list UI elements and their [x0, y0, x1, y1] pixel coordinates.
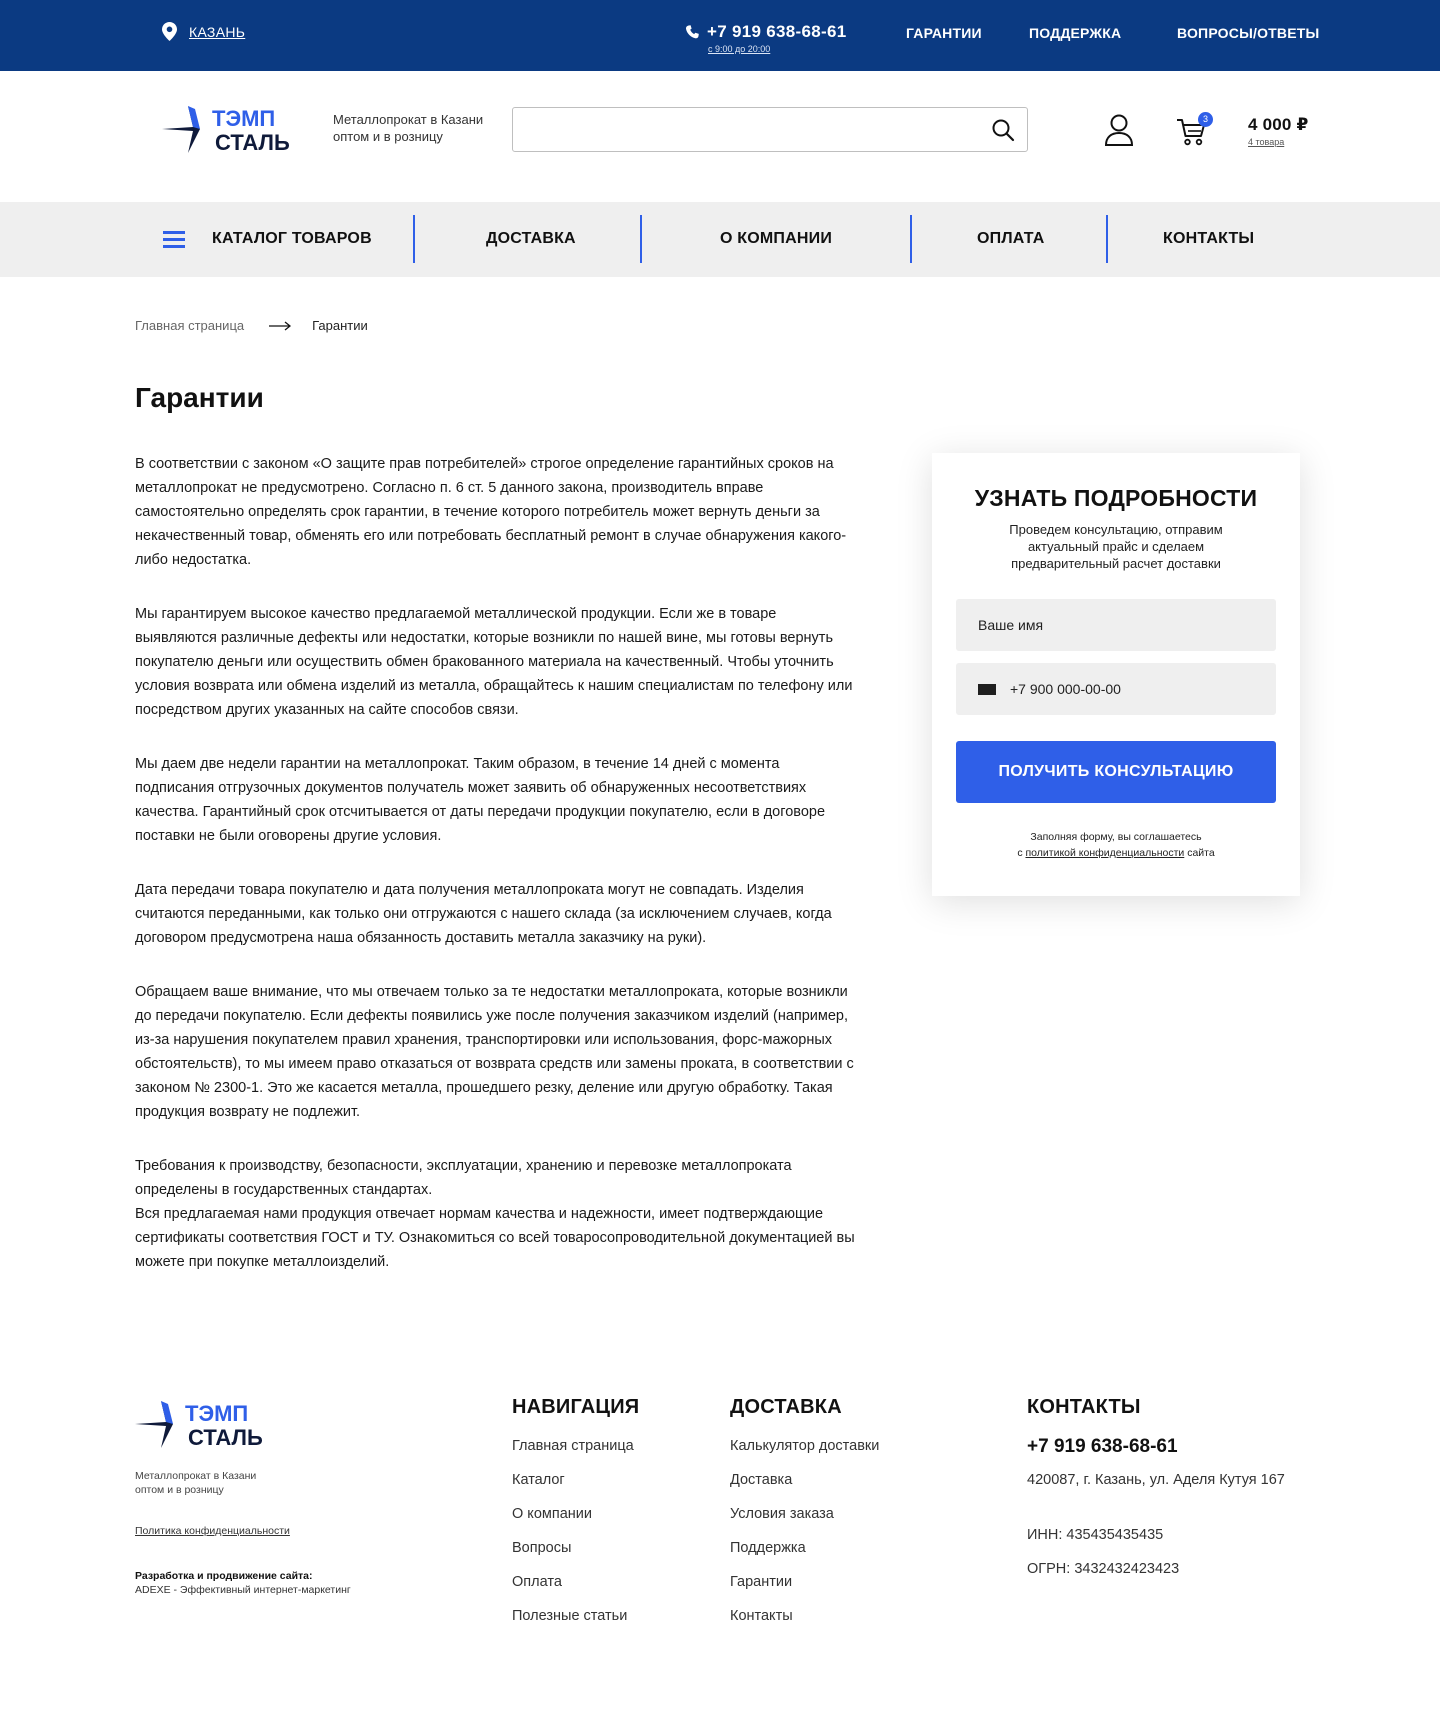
burger-menu-icon[interactable]: [163, 231, 185, 248]
article-paragraph: Вся предлагаемая нами продукция отвечает…: [135, 1206, 855, 1270]
cart-total[interactable]: 4 000 ₽: [1248, 115, 1309, 135]
top-link-guarantees[interactable]: ГАРАНТИИ: [906, 25, 982, 41]
cart-count-badge: 3: [1198, 112, 1213, 127]
get-consultation-button[interactable]: ПОЛУЧИТЬ КОНСУЛЬТАЦИЮ: [956, 741, 1276, 803]
nav-about[interactable]: О КОМПАНИИ: [720, 230, 832, 248]
article-paragraph: Мы гарантируем высокое качество предлага…: [135, 606, 853, 718]
cart-items-count[interactable]: 4 товара: [1248, 137, 1284, 147]
nav-payment[interactable]: ОПЛАТА: [977, 230, 1044, 248]
nav-divider: [413, 215, 415, 263]
privacy-agreement: Заполняя форму, вы соглашаетесь с полити…: [932, 829, 1300, 861]
footer-privacy-link[interactable]: Политика конфиденциальности: [135, 1525, 290, 1537]
work-hours[interactable]: с 9:00 до 20:00: [708, 44, 770, 54]
footer-inn: ИНН: 435435435435: [1027, 1527, 1164, 1543]
logo-text-line2: СТАЛЬ: [215, 130, 290, 155]
header-tagline: Металлопрокат в Казани оптом и в розницу: [333, 111, 483, 145]
privacy-policy-link[interactable]: политикой конфиденциальности: [1025, 847, 1184, 859]
agreement-line-1: Заполняя форму, вы соглашаетесь: [1030, 831, 1202, 843]
footer-logo[interactable]: ТЭМП СТАЛЬ: [135, 1400, 285, 1450]
article-paragraph: Дата передачи товара покупателю и дата п…: [135, 882, 832, 946]
top-link-support[interactable]: ПОДДЕРЖКА: [1029, 25, 1121, 41]
footer-nav-title: НАВИГАЦИЯ: [512, 1396, 640, 1418]
footer-tagline: Металлопрокат в Казани оптом и в розницу: [135, 1469, 256, 1497]
city-link[interactable]: КАЗАНЬ: [189, 24, 245, 40]
breadcrumb: Главная страница Гарантии: [135, 318, 368, 333]
footer-ogrn: ОГРН: 3432432423423: [1027, 1561, 1180, 1577]
location-pin-icon: [162, 22, 177, 41]
breadcrumb-current: Гарантии: [312, 318, 368, 333]
name-field[interactable]: [956, 599, 1276, 651]
search-icon[interactable]: [991, 118, 1015, 142]
site-header: ТЭМП СТАЛЬ Металлопрокат в Казани оптом …: [0, 71, 1440, 202]
article-paragraph: Требования к производству, безопасности,…: [135, 1158, 792, 1198]
footer-nav-item[interactable]: О компании: [512, 1506, 634, 1540]
nav-divider: [1106, 215, 1108, 263]
footer-delivery-item[interactable]: Контакты: [730, 1608, 879, 1642]
footer-delivery-list: Калькулятор доставки Доставка Условия за…: [730, 1438, 879, 1642]
consultation-form: УЗНАТЬ ПОДРОБНОСТИ Проведем консультацию…: [932, 453, 1300, 896]
breadcrumb-home[interactable]: Главная страница: [135, 318, 244, 333]
article-paragraph: Обращаем ваше внимание, что мы отвечаем …: [135, 984, 854, 1120]
footer-nav-item[interactable]: Оплата: [512, 1574, 634, 1608]
footer-delivery-item[interactable]: Калькулятор доставки: [730, 1438, 879, 1472]
footer-nav-list: Главная страница Каталог О компании Вопр…: [512, 1438, 634, 1642]
agreement-suffix: сайта: [1184, 847, 1215, 859]
footer-delivery-item[interactable]: Поддержка: [730, 1540, 879, 1574]
nav-contacts[interactable]: КОНТАКТЫ: [1163, 230, 1254, 248]
nav-divider: [910, 215, 912, 263]
developer-link[interactable]: ADEXE - Эффективный интернет-маркетинг: [135, 1584, 351, 1596]
top-phone-number: +7 919 638-68-61: [707, 22, 847, 41]
top-bar: КАЗАНЬ +7 919 638-68-61 с 9:00 до 20:00 …: [0, 0, 1440, 71]
footer-contacts-title: КОНТАКТЫ: [1027, 1396, 1141, 1418]
form-subtitle: Проведем консультацию, отправим актуальн…: [1009, 522, 1223, 571]
footer-logo-line2: СТАЛЬ: [188, 1425, 263, 1450]
footer-nav-item[interactable]: Каталог: [512, 1472, 634, 1506]
footer-nav-item[interactable]: Главная страница: [512, 1438, 634, 1472]
phone-field-wrap: [956, 663, 1276, 715]
logo-text-line1: ТЭМП: [212, 106, 275, 131]
footer-nav-item[interactable]: Полезные статьи: [512, 1608, 634, 1642]
arrow-right-icon: [269, 320, 292, 331]
footer-nav-item[interactable]: Вопросы: [512, 1540, 634, 1574]
site-logo[interactable]: ТЭМП СТАЛЬ: [162, 105, 312, 155]
page-title: Гарантии: [135, 382, 264, 413]
phone-field[interactable]: [956, 663, 1276, 715]
form-title: УЗНАТЬ ПОДРОБНОСТИ: [974, 485, 1258, 511]
nav-catalog[interactable]: КАТАЛОГ ТОВАРОВ: [212, 230, 372, 248]
top-link-faq[interactable]: ВОПРОСЫ/ОТВЕТЫ: [1177, 25, 1319, 41]
nav-delivery[interactable]: ДОСТАВКА: [486, 230, 576, 248]
article-paragraph: Мы даем две недели гарантии на металлопр…: [135, 756, 826, 844]
article-paragraph: В соответствии с законом «О защите прав …: [135, 456, 847, 568]
footer-delivery-item[interactable]: Доставка: [730, 1472, 879, 1506]
footer-delivery-item[interactable]: Условия заказа: [730, 1506, 879, 1540]
footer-delivery-title: ДОСТАВКА: [730, 1396, 842, 1418]
footer-logo-line1: ТЭМП: [185, 1401, 248, 1426]
footer-tagline-2: оптом и в розницу: [135, 1484, 224, 1496]
top-phone[interactable]: +7 919 638-68-61: [686, 22, 847, 42]
tagline-line-2: оптом и в розницу: [333, 129, 443, 144]
footer-delivery-item[interactable]: Гарантии: [730, 1574, 879, 1608]
main-nav: КАТАЛОГ ТОВАРОВ ДОСТАВКА О КОМПАНИИ ОПЛА…: [0, 202, 1440, 277]
developer-title: Разработка и продвижение сайта:: [135, 1570, 313, 1582]
top-phone-block: +7 919 638-68-61 с 9:00 до 20:00: [686, 22, 847, 54]
tagline-line-1: Металлопрокат в Казани: [333, 112, 484, 127]
footer-address: 420087, г. Казань, ул. Аделя Кутуя 167: [1027, 1472, 1285, 1488]
article-body: В соответствии с законом «О защите прав …: [135, 452, 860, 1274]
user-icon[interactable]: [1104, 114, 1134, 146]
footer-tagline-1: Металлопрокат в Казани: [135, 1470, 257, 1482]
nav-divider: [640, 215, 642, 263]
name-field-wrap: [956, 599, 1276, 651]
phone-icon: [686, 25, 699, 39]
footer-phone[interactable]: +7 919 638-68-61: [1027, 1436, 1178, 1458]
search-input[interactable]: [513, 108, 973, 151]
search-box: [512, 107, 1028, 152]
city-selector[interactable]: КАЗАНЬ: [162, 22, 245, 41]
